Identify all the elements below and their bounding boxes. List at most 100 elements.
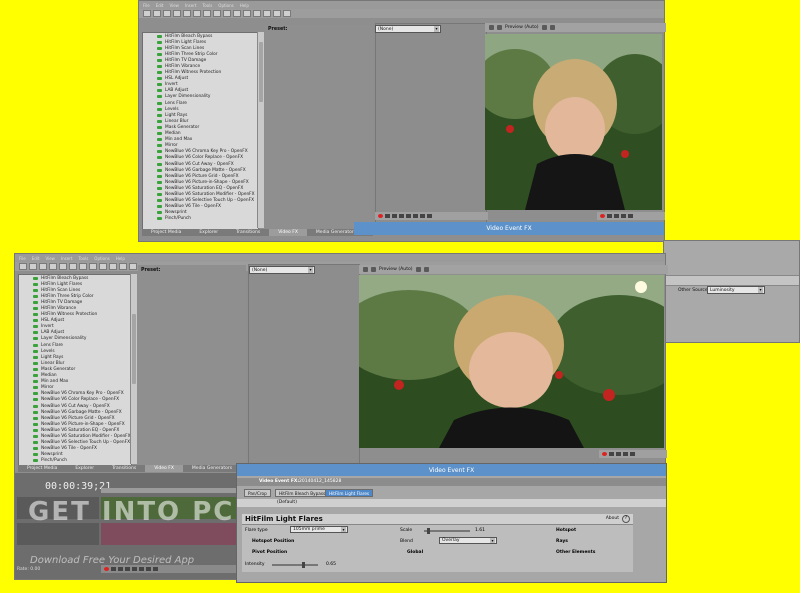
fx-list-item-label: Median: [41, 373, 57, 379]
preview-stop-button[interactable]: [630, 452, 635, 456]
preset-dropdown-back[interactable]: (None) ▾: [375, 25, 441, 33]
fx-list-item-label: HitFilm Witness Protection: [165, 70, 222, 76]
plugin-icon: [33, 361, 38, 365]
chain-light-flares[interactable]: HitFilm Light Flares: [325, 489, 374, 497]
fx-list-item-label: NewBlue V6 Picture Grid - OpenFX: [41, 415, 115, 421]
prev-frame-button[interactable]: [420, 214, 425, 218]
fx-list-item-label: Pinch/Punch: [41, 458, 67, 464]
plugin-icon: [157, 65, 162, 69]
section-global[interactable]: Global: [407, 550, 423, 555]
fx-list-back[interactable]: HitFilm Bleach Bypass HitFilm Light Flare…: [142, 32, 259, 230]
section-hotspot-position[interactable]: Hotspot Position: [252, 539, 294, 544]
fx-list-item[interactable]: Pinch/Punch: [19, 458, 131, 464]
intensity-slider[interactable]: [272, 562, 318, 568]
tab-video-fx[interactable]: Video FX: [269, 229, 307, 236]
record-button[interactable]: [378, 214, 383, 218]
fx-list-front-scrollbar[interactable]: [130, 274, 137, 464]
tab-project-media[interactable]: Project Media: [142, 229, 190, 236]
play-start-button[interactable]: [392, 214, 397, 218]
preset-dropdown-front[interactable]: (None) ▾: [249, 266, 315, 274]
preview-transport-back: [597, 212, 665, 220]
stop-button[interactable]: [139, 567, 144, 571]
section-rays[interactable]: Rays: [556, 539, 568, 544]
preview-loop-button[interactable]: [607, 214, 612, 218]
settings-icon[interactable]: [363, 267, 368, 272]
plugin-icon: [33, 325, 38, 329]
fx-list-item-label: Min and Max: [165, 137, 193, 143]
loop-button[interactable]: [111, 567, 116, 571]
tab-video-fx[interactable]: Video FX: [145, 465, 183, 472]
fx-list-front[interactable]: HitFilm Bleach Bypass HitFilm Light Flare…: [18, 274, 132, 466]
preview-record-button[interactable]: [602, 452, 607, 456]
loop-button[interactable]: [385, 214, 390, 218]
plugin-icon: [157, 40, 162, 44]
preview-play-button[interactable]: [616, 452, 621, 456]
tab-media-generators[interactable]: Media Generators: [183, 465, 241, 472]
preview-play-button[interactable]: [614, 214, 619, 218]
scale-value[interactable]: 1.61: [475, 528, 485, 533]
about-link[interactable]: About: [606, 516, 619, 521]
pause-button[interactable]: [132, 567, 137, 571]
overlay-icon[interactable]: [541, 25, 547, 30]
tab-project-media[interactable]: Project Media: [18, 465, 66, 472]
default-preset[interactable]: (Default): [277, 500, 297, 505]
timeline-transport: [101, 565, 240, 573]
play-button[interactable]: [125, 567, 130, 571]
preview-quality-dropdown[interactable]: Preview (Auto): [379, 267, 413, 272]
intensity-label: Intensity: [245, 562, 265, 567]
preview-loop-button[interactable]: [609, 452, 614, 456]
preview-toolbar-front: Preview (Auto): [359, 265, 668, 274]
preview-toolbar-back: Preview (Auto): [485, 23, 666, 32]
preview-stop-button[interactable]: [628, 214, 633, 218]
snapshot-icon[interactable]: [549, 25, 555, 30]
prev-frame-button[interactable]: [146, 567, 151, 571]
tab-transitions[interactable]: Transitions: [227, 229, 269, 236]
plugin-icon: [33, 453, 38, 457]
tab-explorer[interactable]: Explorer: [190, 229, 227, 236]
record-button[interactable]: [104, 567, 109, 571]
next-frame-button[interactable]: [153, 567, 158, 571]
section-pivot-position[interactable]: Pivot Position: [252, 550, 287, 555]
fx-list-item[interactable]: Pinch/Punch: [143, 216, 258, 222]
next-frame-button[interactable]: [427, 214, 432, 218]
preview-pause-button[interactable]: [623, 452, 628, 456]
preview-pause-button[interactable]: [621, 214, 626, 218]
chain-bleach-bypass[interactable]: HitFilm Bleach Bypass: [275, 489, 330, 497]
plugin-icon: [33, 459, 38, 463]
event-name: 20140412_145828: [299, 479, 342, 484]
tab-transitions[interactable]: Transitions: [103, 465, 145, 472]
tabs-front: Project Media Explorer Transitions Video…: [18, 465, 246, 472]
plugin-icon: [33, 398, 38, 402]
plugin-icon: [33, 374, 38, 378]
preview-record-button[interactable]: [600, 214, 605, 218]
scale-slider[interactable]: [424, 528, 470, 534]
tab-explorer[interactable]: Explorer: [66, 465, 103, 472]
intensity-value[interactable]: 0.65: [326, 562, 336, 567]
ext-monitor-icon[interactable]: [371, 267, 376, 272]
fx-list-item-label: Newsprint: [41, 452, 63, 458]
section-hotspot[interactable]: Hotspot: [556, 528, 576, 533]
ext-monitor-icon[interactable]: [497, 25, 502, 30]
fx-list-item-label: NewBlue V6 Saturation EQ - OpenFX: [41, 427, 120, 433]
help-icon[interactable]: ?: [622, 515, 630, 523]
flare-type-dropdown[interactable]: 105mm prime ▾: [290, 526, 348, 533]
fx-list-item-label: Linear Blur: [41, 360, 65, 366]
section-other-elements[interactable]: Other Elements: [556, 550, 595, 555]
other-source-dropdown[interactable]: Luminosity ▾: [707, 286, 765, 294]
play-start-button[interactable]: [118, 567, 123, 571]
preview-quality-dropdown[interactable]: Preview (Auto): [505, 25, 539, 30]
plugin-icon: [33, 288, 38, 292]
settings-icon[interactable]: [489, 25, 494, 30]
pause-button[interactable]: [406, 214, 411, 218]
plugin-icon: [157, 34, 162, 38]
timeline-ruler[interactable]: [101, 488, 237, 493]
fx-list-back-scrollbar[interactable]: [257, 32, 264, 228]
play-button[interactable]: [399, 214, 404, 218]
fx-list-item-label: HitFilm Three Strip Color: [165, 51, 218, 57]
snapshot-icon[interactable]: [423, 267, 429, 272]
fx-list-item-label: NewBlue V6 Cut Away - OpenFX: [41, 403, 110, 409]
stop-button[interactable]: [413, 214, 418, 218]
chain-pan-crop[interactable]: Pan/Crop: [244, 489, 271, 497]
blend-dropdown[interactable]: Overlay ▾: [439, 537, 497, 544]
overlay-icon[interactable]: [415, 267, 421, 272]
